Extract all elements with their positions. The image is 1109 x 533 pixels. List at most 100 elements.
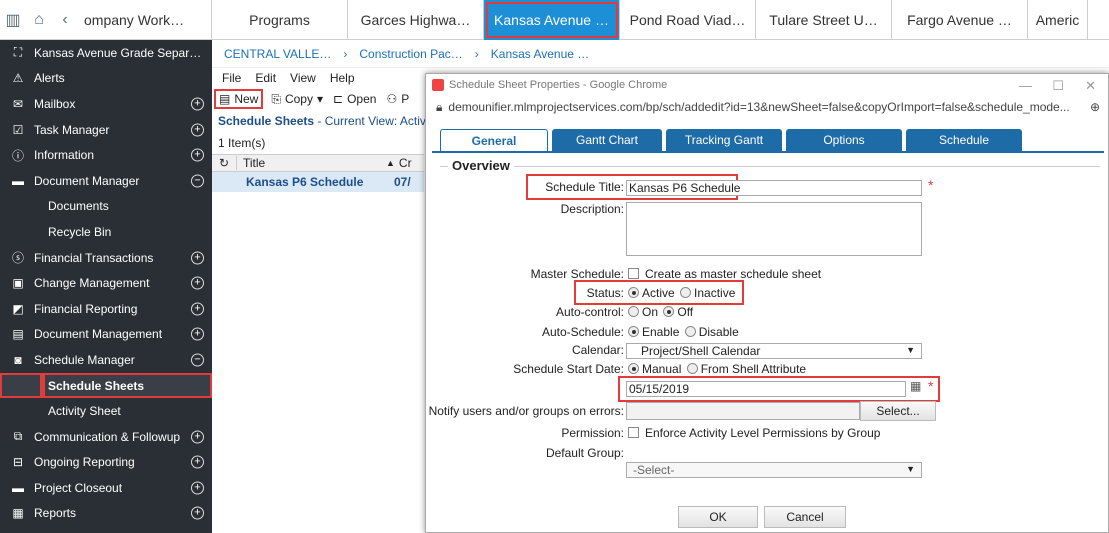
table-row[interactable]: Kansas P6 Schedule 07/ [212, 172, 424, 192]
expand-icon[interactable]: + [191, 327, 204, 341]
sidebar-item-document-manager[interactable]: ▬ Document Manager − [0, 168, 212, 194]
start-date-manual-radio[interactable] [628, 363, 639, 374]
expand-icon[interactable]: + [191, 97, 204, 111]
breadcrumb-item[interactable]: CENTRAL VALLE… [224, 47, 331, 61]
expand-icon[interactable]: + [191, 430, 204, 444]
sidebar-item-change-management[interactable]: ▣ Change Management + [0, 270, 212, 296]
zoom-icon[interactable]: ⊕ [1090, 100, 1100, 114]
sort-asc-icon[interactable]: ▲ [386, 158, 395, 168]
chart-icon[interactable]: ▥ [0, 7, 26, 33]
start-date-shell-radio[interactable] [686, 363, 698, 374]
copy-button[interactable]: ⎘ Copy ▾ [271, 92, 323, 107]
calendar-picker-icon[interactable]: ▦ [910, 379, 921, 393]
default-group-select[interactable]: -Select- ▼ [626, 462, 922, 478]
sidebar-item-project-closeout[interactable]: ▬ Project Closeout + [0, 475, 212, 501]
permission-checkbox[interactable]: Enforce Activity Level Permissions by Gr… [626, 426, 880, 440]
home-icon[interactable]: ⌂ [26, 7, 52, 33]
menu-help[interactable]: Help [330, 71, 355, 85]
tab-fargo[interactable]: Fargo Avenue … [892, 0, 1028, 40]
menu-edit[interactable]: Edit [255, 71, 276, 85]
minimize-icon[interactable]: — [1019, 78, 1032, 93]
breadcrumb-item[interactable]: Construction Pac… [359, 47, 462, 61]
sidebar-item-document-management[interactable]: ▤ Document Management + [0, 322, 212, 348]
chevron-left-icon[interactable]: ‹ [52, 7, 78, 33]
notify-select-button[interactable]: Select... [860, 401, 936, 421]
status-active-radio[interactable] [628, 287, 639, 298]
tab-gantt-chart[interactable]: Gantt Chart [552, 129, 662, 151]
collapse-icon[interactable]: − [191, 174, 204, 188]
sidebar-item-documents[interactable]: Documents [0, 194, 212, 220]
schedule-title-input[interactable]: Kansas P6 Schedule [626, 180, 922, 196]
checkbox-icon[interactable] [628, 427, 639, 438]
sidebar-item-reports[interactable]: ▦ Reports + [0, 501, 212, 527]
p-button[interactable]: ⚇ P [386, 92, 409, 106]
sidebar-item-communication[interactable]: ⧉ Communication & Followup + [0, 424, 212, 450]
sidebar-item-schedule-sheets[interactable]: Schedule Sheets [0, 372, 212, 399]
col-created[interactable]: Cr [395, 156, 412, 170]
sidebar-item-financial-reporting[interactable]: ◩ Financial Reporting + [0, 296, 212, 322]
auto-schedule-enable-radio[interactable] [628, 326, 639, 337]
ok-button[interactable]: OK [678, 506, 758, 528]
sidebar-project[interactable]: ⛶ Kansas Avenue Grade Separ… [0, 40, 212, 66]
tab-tulare[interactable]: Tulare Street U… [756, 0, 892, 40]
expand-icon[interactable]: + [191, 481, 204, 495]
row-title[interactable]: Kansas P6 Schedule [246, 175, 394, 189]
auto-control-off-radio[interactable] [663, 306, 675, 317]
checkbox-icon[interactable] [628, 268, 639, 279]
tab-options[interactable]: Options [786, 129, 902, 151]
auto-control-label: Auto-control: [555, 305, 624, 319]
calendar-select[interactable]: Project/Shell Calendar ▼ [626, 343, 922, 359]
sidebar-item-recycle-bin[interactable]: Recycle Bin [0, 219, 212, 245]
notify-input[interactable] [626, 402, 860, 420]
calendar-label: Calendar: [571, 343, 624, 357]
expand-icon[interactable]: + [191, 251, 204, 265]
auto-schedule-disable-radio[interactable] [684, 326, 696, 337]
auto-control-on-radio[interactable] [628, 306, 639, 317]
tab-pond-road[interactable]: Pond Road Viad… [620, 0, 756, 40]
tab-programs[interactable]: Programs [212, 0, 348, 40]
start-date-input[interactable]: 05/15/2019 [626, 381, 906, 397]
sidebar-item-label: Communication & Followup [34, 429, 181, 444]
project-title[interactable]: ompany Work… [84, 12, 184, 28]
master-schedule-checkbox[interactable]: Create as master schedule sheet [626, 267, 821, 281]
project-icon: ⛶ [13, 45, 23, 60]
expand-icon[interactable]: + [191, 506, 204, 520]
sidebar-item-activity-sheet[interactable]: Activity Sheet [0, 398, 212, 424]
tab-schedule[interactable]: Schedule [906, 129, 1022, 151]
expand-icon[interactable]: + [191, 276, 204, 290]
url-text[interactable]: demounifier.mlmprojectservices.com/bp/sc… [448, 100, 1069, 114]
sidebar-item-ongoing-reporting[interactable]: ⊟ Ongoing Reporting + [0, 450, 212, 476]
auto-schedule-radio-group: Enable Disable [626, 325, 739, 339]
expand-icon[interactable]: + [191, 123, 204, 137]
description-textarea[interactable] [626, 202, 922, 256]
cancel-button[interactable]: Cancel [764, 506, 846, 528]
expand-icon[interactable]: + [191, 148, 204, 162]
expand-icon[interactable]: + [191, 302, 204, 316]
breadcrumb-item[interactable]: Kansas Avenue … [491, 47, 590, 61]
open-button[interactable]: ⊏ Open [333, 92, 376, 106]
dropdown-arrow-icon: ▼ [906, 345, 915, 355]
tab-general[interactable]: General [440, 129, 548, 151]
refresh-icon[interactable]: ↻ [212, 156, 236, 170]
sidebar-item-information[interactable]: ⓘ Information + [0, 142, 212, 168]
menu-view[interactable]: View [290, 71, 316, 85]
app-logo-icon [432, 79, 444, 91]
tab-tracking-gantt[interactable]: Tracking Gantt [666, 129, 782, 151]
status-inactive-radio[interactable] [680, 287, 692, 298]
menu-file[interactable]: File [222, 71, 241, 85]
tab-garces[interactable]: Garces Highwa… [348, 0, 484, 40]
maximize-icon[interactable]: ☐ [1052, 78, 1064, 94]
close-icon[interactable]: ✕ [1085, 78, 1096, 94]
sidebar-item-schedule-manager[interactable]: ◙ Schedule Manager − [0, 347, 212, 373]
tab-kansas[interactable]: Kansas Avenue … [484, 0, 620, 40]
col-title[interactable]: Title [236, 156, 386, 170]
new-button[interactable]: ▤ New [213, 89, 264, 109]
collapse-icon[interactable]: − [191, 353, 204, 367]
tab-americ[interactable]: Americ [1028, 0, 1088, 40]
sidebar-item-task-manager[interactable]: ☑ Task Manager + [0, 117, 212, 143]
sidebar-item-mailbox[interactable]: ✉ Mailbox + [0, 91, 212, 117]
sidebar-item-financial-transactions[interactable]: ⓢ Financial Transactions + [0, 245, 212, 271]
dialog-tabs: General Gantt Chart Tracking Gantt Optio… [440, 129, 1022, 151]
expand-icon[interactable]: + [191, 455, 204, 469]
sidebar-item-alerts[interactable]: ⚠ Alerts [0, 66, 212, 92]
